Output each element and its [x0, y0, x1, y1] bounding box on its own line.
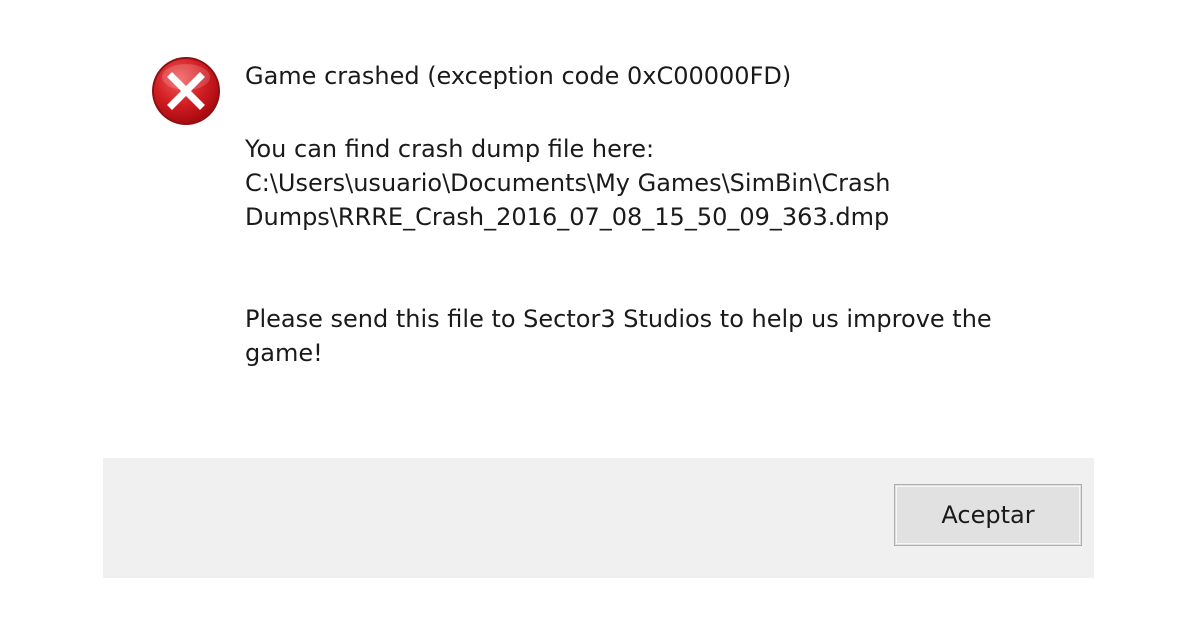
crash-dump-details: You can find crash dump file here: C:\Us… [245, 132, 1045, 234]
send-request-text: Please send this file to Sector3 Studios… [245, 302, 1045, 370]
dialog-content: Game crashed (exception code 0xC00000FD)… [103, 0, 1094, 458]
crash-dump-line: You can find crash dump file here: [245, 135, 655, 163]
accept-button[interactable]: Aceptar [894, 484, 1082, 546]
error-x-icon [152, 57, 220, 125]
crash-dump-path-line: Dumps\RRRE_Crash_2016_07_08_15_50_09_363… [245, 203, 890, 231]
crash-dialog: Game crashed (exception code 0xC00000FD)… [103, 0, 1094, 578]
crash-dump-path-line: C:\Users\usuario\Documents\My Games\SimB… [245, 169, 891, 197]
error-headline: Game crashed (exception code 0xC00000FD) [245, 62, 792, 90]
request-line: Please send this file to Sector3 Studios… [245, 305, 992, 333]
message-area: Game crashed (exception code 0xC00000FD)… [245, 59, 1045, 370]
request-line: game! [245, 339, 323, 367]
dialog-footer: Aceptar [103, 458, 1094, 578]
